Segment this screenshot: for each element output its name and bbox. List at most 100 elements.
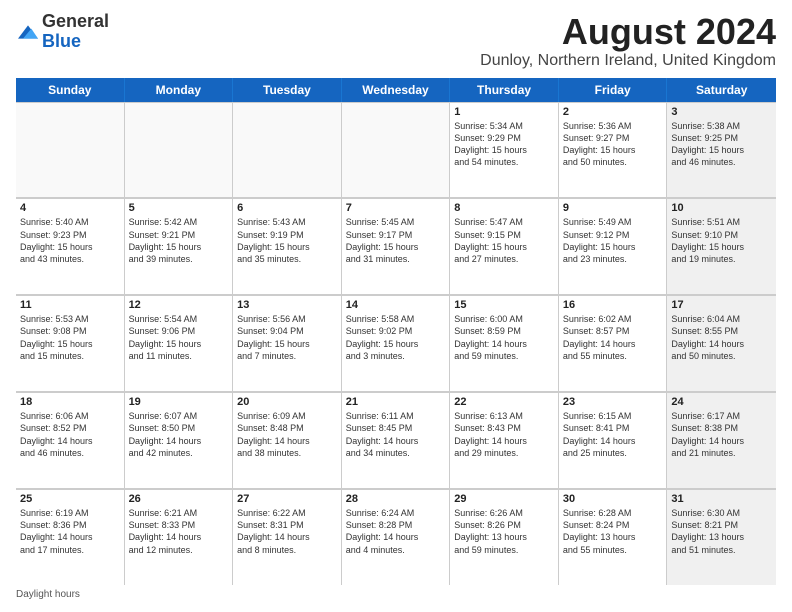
day-cell-10: 10Sunrise: 5:51 AMSunset: 9:10 PMDayligh… — [667, 198, 776, 294]
cell-info: Sunrise: 5:36 AMSunset: 9:27 PMDaylight:… — [563, 120, 663, 169]
day-number: 5 — [129, 202, 229, 214]
cell-info: Sunrise: 6:04 AMSunset: 8:55 PMDaylight:… — [671, 313, 772, 362]
day-number: 19 — [129, 396, 229, 408]
day-number: 7 — [346, 202, 446, 214]
day-number: 13 — [237, 299, 337, 311]
day-number: 30 — [563, 493, 663, 505]
day-cell-5: 5 Sunrise: 5:42 AMSunset: 9:21 PMDaylight… — [125, 198, 234, 294]
day-number: 24 — [671, 396, 772, 408]
day-header-thursday: Thursday — [450, 78, 559, 102]
logo-icon — [16, 22, 40, 42]
cell-info: Sunrise: 6:15 AMSunset: 8:41 PMDaylight:… — [563, 410, 663, 459]
cell-info: Sunrise: 5:51 AMSunset: 9:10 PMDaylight:… — [671, 216, 772, 265]
day-cell-19: 19 Sunrise: 6:07 AMSunset: 8:50 PMDayligh… — [125, 392, 234, 488]
cell-info: Sunrise: 6:24 AMSunset: 8:28 PMDaylight:… — [346, 507, 446, 556]
day-number: 21 — [346, 396, 446, 408]
day-cell-15: 15 Sunrise: 6:00 AMSunset: 8:59 PMDayligh… — [450, 295, 559, 391]
day-number: 1 — [454, 106, 554, 118]
day-cell-8: 8 Sunrise: 5:47 AMSunset: 9:15 PMDaylight… — [450, 198, 559, 294]
cell-info: Sunrise: 6:02 AMSunset: 8:57 PMDaylight:… — [563, 313, 663, 362]
logo-general: General — [42, 11, 109, 31]
empty-cell — [16, 102, 125, 198]
day-header-saturday: Saturday — [667, 78, 776, 102]
calendar-body: 1Sunrise: 5:34 AMSunset: 9:29 PMDaylight… — [16, 102, 776, 585]
logo: General Blue — [16, 12, 109, 52]
day-number: 4 — [20, 202, 120, 214]
day-cell-23: 23 Sunrise: 6:15 AMSunset: 8:41 PMDayligh… — [559, 392, 668, 488]
day-cell-1: 1Sunrise: 5:34 AMSunset: 9:29 PMDaylight… — [450, 102, 559, 198]
day-number: 20 — [237, 396, 337, 408]
day-cell-21: 21 Sunrise: 6:11 AMSunset: 8:45 PMDayligh… — [342, 392, 451, 488]
day-cell-11: 11 Sunrise: 5:53 AMSunset: 9:08 PMDayligh… — [16, 295, 125, 391]
day-cell-7: 7 Sunrise: 5:45 AMSunset: 9:17 PMDaylight… — [342, 198, 451, 294]
cell-info: Sunrise: 6:09 AMSunset: 8:48 PMDaylight:… — [237, 410, 337, 459]
day-number: 16 — [563, 299, 663, 311]
day-cell-31: 31Sunrise: 6:30 AMSunset: 8:21 PMDayligh… — [667, 489, 776, 585]
day-number: 9 — [563, 202, 663, 214]
cell-info: Sunrise: 5:53 AMSunset: 9:08 PMDaylight:… — [20, 313, 120, 362]
day-cell-18: 18Sunrise: 6:06 AMSunset: 8:52 PMDayligh… — [16, 392, 125, 488]
cell-info: Sunrise: 6:07 AMSunset: 8:50 PMDaylight:… — [129, 410, 229, 459]
cell-info: Sunrise: 6:28 AMSunset: 8:24 PMDaylight:… — [563, 507, 663, 556]
cell-info: Sunrise: 5:40 AMSunset: 9:23 PMDaylight:… — [20, 216, 120, 265]
day-number: 8 — [454, 202, 554, 214]
day-number: 14 — [346, 299, 446, 311]
empty-cell — [233, 102, 342, 198]
subtitle: Dunloy, Northern Ireland, United Kingdom — [480, 52, 776, 70]
day-number: 23 — [563, 396, 663, 408]
cell-info: Sunrise: 6:21 AMSunset: 8:33 PMDaylight:… — [129, 507, 229, 556]
day-cell-27: 27Sunrise: 6:22 AMSunset: 8:31 PMDayligh… — [233, 489, 342, 585]
day-cell-30: 30 Sunrise: 6:28 AMSunset: 8:24 PMDayligh… — [559, 489, 668, 585]
day-number: 31 — [671, 493, 772, 505]
day-number: 25 — [20, 493, 120, 505]
day-cell-9: 9 Sunrise: 5:49 AMSunset: 9:12 PMDaylight… — [559, 198, 668, 294]
day-number: 22 — [454, 396, 554, 408]
title-area: August 2024 Dunloy, Northern Ireland, Un… — [480, 12, 776, 70]
day-cell-26: 26Sunrise: 6:21 AMSunset: 8:33 PMDayligh… — [125, 489, 234, 585]
empty-cell — [125, 102, 234, 198]
day-header-tuesday: Tuesday — [233, 78, 342, 102]
day-cell-20: 20 Sunrise: 6:09 AMSunset: 8:48 PMDayligh… — [233, 392, 342, 488]
cell-info: Sunrise: 5:58 AMSunset: 9:02 PMDaylight:… — [346, 313, 446, 362]
day-cell-25: 25 Sunrise: 6:19 AMSunset: 8:36 PMDayligh… — [16, 489, 125, 585]
day-cell-24: 24 Sunrise: 6:17 AMSunset: 8:38 PMDayligh… — [667, 392, 776, 488]
day-number: 12 — [129, 299, 229, 311]
cell-info: Sunrise: 5:38 AMSunset: 9:25 PMDaylight:… — [671, 120, 772, 169]
day-cell-6: 6Sunrise: 5:43 AMSunset: 9:19 PMDaylight… — [233, 198, 342, 294]
cell-info: Sunrise: 6:17 AMSunset: 8:38 PMDaylight:… — [671, 410, 772, 459]
day-number: 6 — [237, 202, 337, 214]
day-cell-29: 29Sunrise: 6:26 AMSunset: 8:26 PMDayligh… — [450, 489, 559, 585]
calendar-row-4: 18Sunrise: 6:06 AMSunset: 8:52 PMDayligh… — [16, 392, 776, 489]
cell-info: Sunrise: 5:42 AMSunset: 9:21 PMDaylight:… — [129, 216, 229, 265]
day-header-friday: Friday — [559, 78, 668, 102]
day-cell-17: 17 Sunrise: 6:04 AMSunset: 8:55 PMDayligh… — [667, 295, 776, 391]
calendar-row-1: 1Sunrise: 5:34 AMSunset: 9:29 PMDaylight… — [16, 102, 776, 199]
cell-info: Sunrise: 6:11 AMSunset: 8:45 PMDaylight:… — [346, 410, 446, 459]
day-cell-2: 2 Sunrise: 5:36 AMSunset: 9:27 PMDaylight… — [559, 102, 668, 198]
day-number: 15 — [454, 299, 554, 311]
day-cell-4: 4 Sunrise: 5:40 AMSunset: 9:23 PMDaylight… — [16, 198, 125, 294]
calendar-row-2: 4 Sunrise: 5:40 AMSunset: 9:23 PMDaylight… — [16, 198, 776, 295]
cell-info: Sunrise: 5:45 AMSunset: 9:17 PMDaylight:… — [346, 216, 446, 265]
day-number: 27 — [237, 493, 337, 505]
header: General Blue August 2024 Dunloy, Norther… — [16, 12, 776, 70]
cell-info: Sunrise: 6:13 AMSunset: 8:43 PMDaylight:… — [454, 410, 554, 459]
day-number: 11 — [20, 299, 120, 311]
logo-blue: Blue — [42, 31, 81, 51]
day-number: 3 — [671, 106, 772, 118]
day-cell-16: 16 Sunrise: 6:02 AMSunset: 8:57 PMDayligh… — [559, 295, 668, 391]
cell-info: Sunrise: 6:00 AMSunset: 8:59 PMDaylight:… — [454, 313, 554, 362]
calendar-row-3: 11 Sunrise: 5:53 AMSunset: 9:08 PMDayligh… — [16, 295, 776, 392]
calendar-header: SundayMondayTuesdayWednesdayThursdayFrid… — [16, 78, 776, 102]
day-number: 17 — [671, 299, 772, 311]
day-number: 2 — [563, 106, 663, 118]
day-number: 28 — [346, 493, 446, 505]
cell-info: Sunrise: 6:19 AMSunset: 8:36 PMDaylight:… — [20, 507, 120, 556]
day-cell-13: 13 Sunrise: 5:56 AMSunset: 9:04 PMDayligh… — [233, 295, 342, 391]
cell-info: Sunrise: 5:56 AMSunset: 9:04 PMDaylight:… — [237, 313, 337, 362]
cell-info: Sunrise: 5:49 AMSunset: 9:12 PMDaylight:… — [563, 216, 663, 265]
cell-info: Sunrise: 5:47 AMSunset: 9:15 PMDaylight:… — [454, 216, 554, 265]
day-cell-12: 12Sunrise: 5:54 AMSunset: 9:06 PMDayligh… — [125, 295, 234, 391]
day-number: 18 — [20, 396, 120, 408]
empty-cell — [342, 102, 451, 198]
